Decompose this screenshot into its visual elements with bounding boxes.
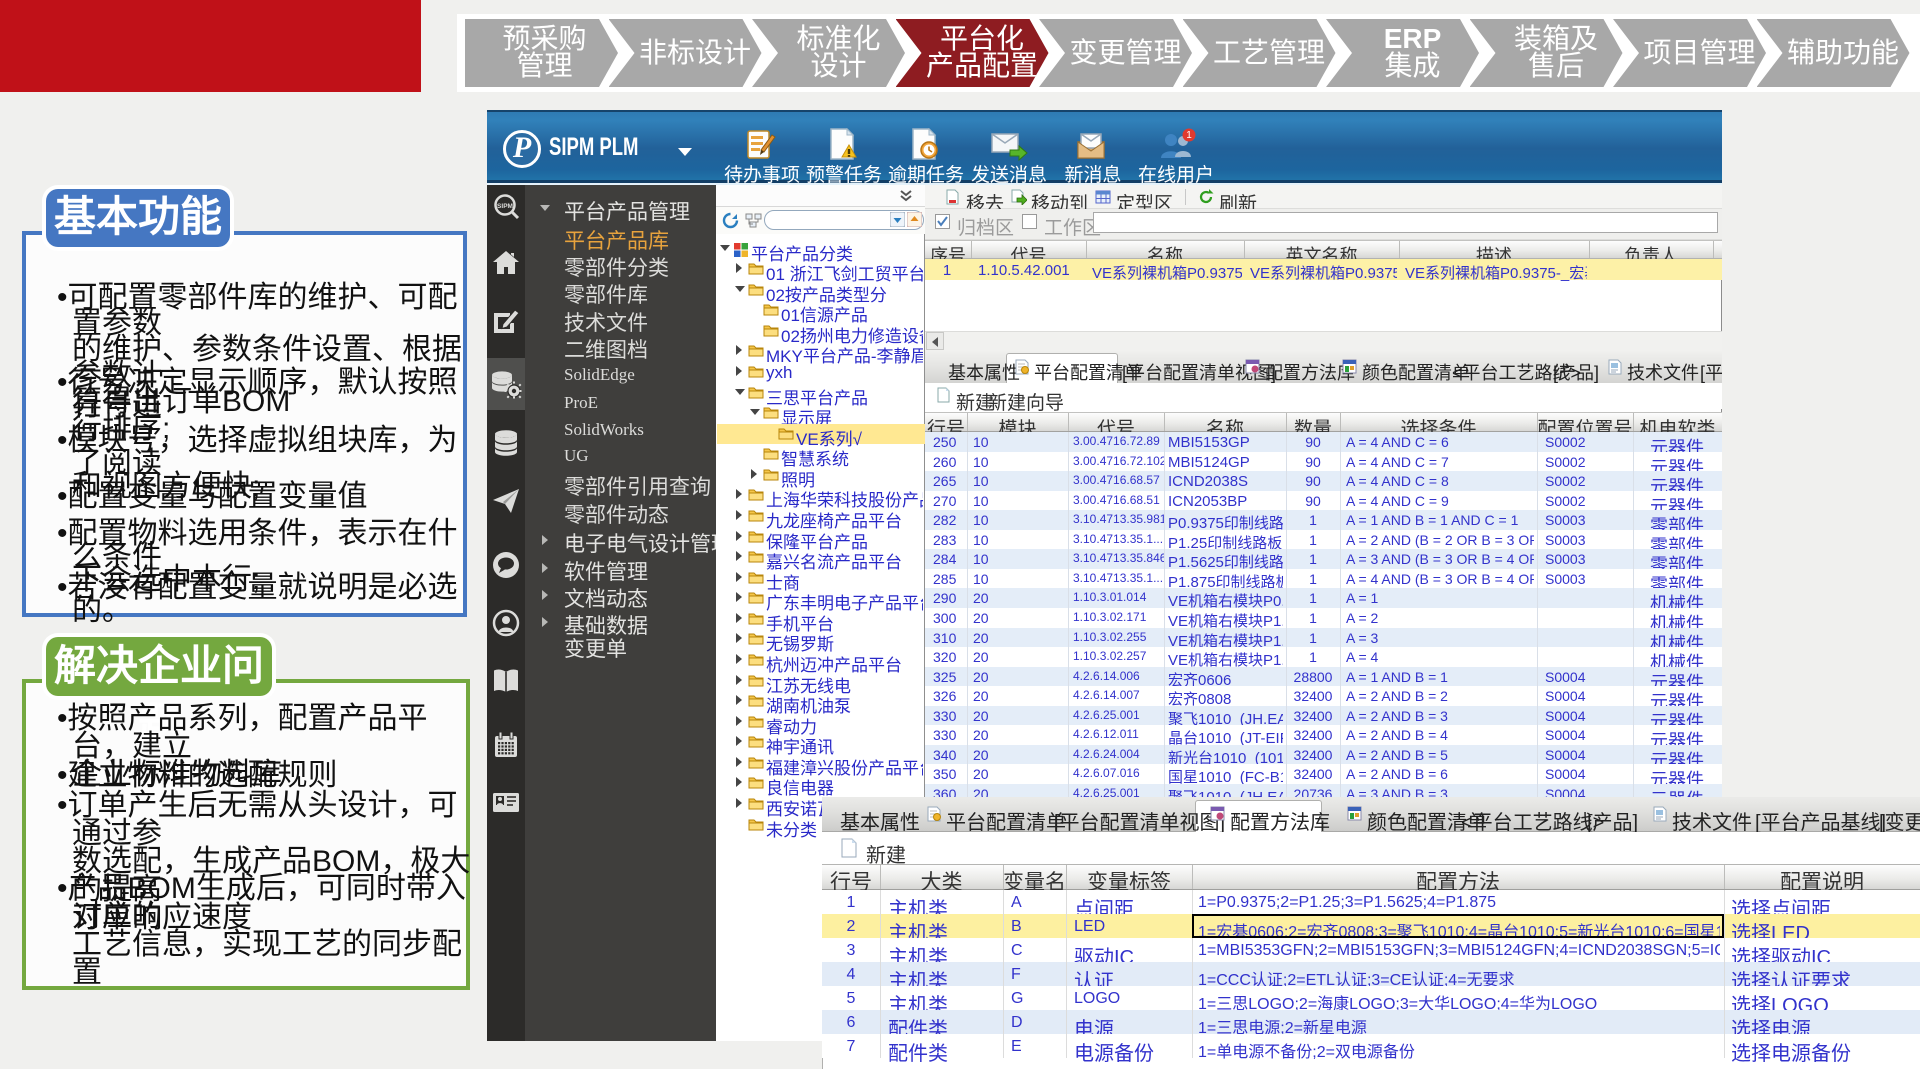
svg-text:SIPM: SIPM [497, 203, 513, 210]
svg-text:1: 1 [1186, 130, 1192, 141]
